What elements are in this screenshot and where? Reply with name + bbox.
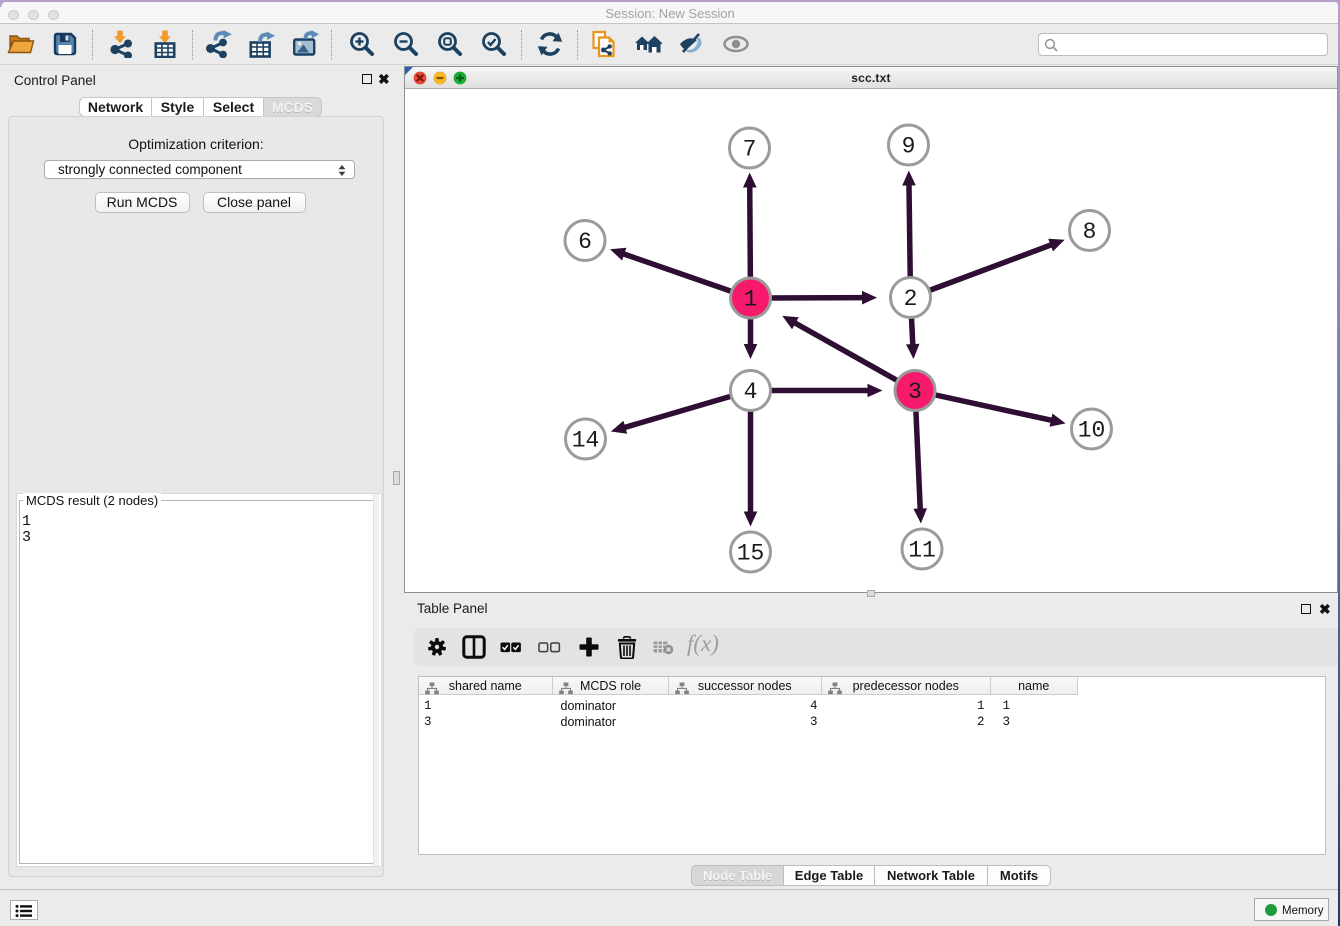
svg-text:14: 14 (572, 428, 600, 454)
svg-text:2: 2 (904, 286, 918, 312)
svg-text:10: 10 (1078, 418, 1106, 444)
svg-text:1: 1 (744, 287, 758, 313)
svg-text:7: 7 (743, 137, 757, 163)
svg-text:6: 6 (578, 229, 592, 255)
svg-text:8: 8 (1083, 219, 1097, 245)
svg-text:3: 3 (908, 379, 922, 405)
svg-text:11: 11 (908, 538, 936, 564)
svg-text:9: 9 (902, 134, 916, 160)
svg-text:4: 4 (744, 379, 758, 405)
svg-text:15: 15 (737, 541, 765, 567)
